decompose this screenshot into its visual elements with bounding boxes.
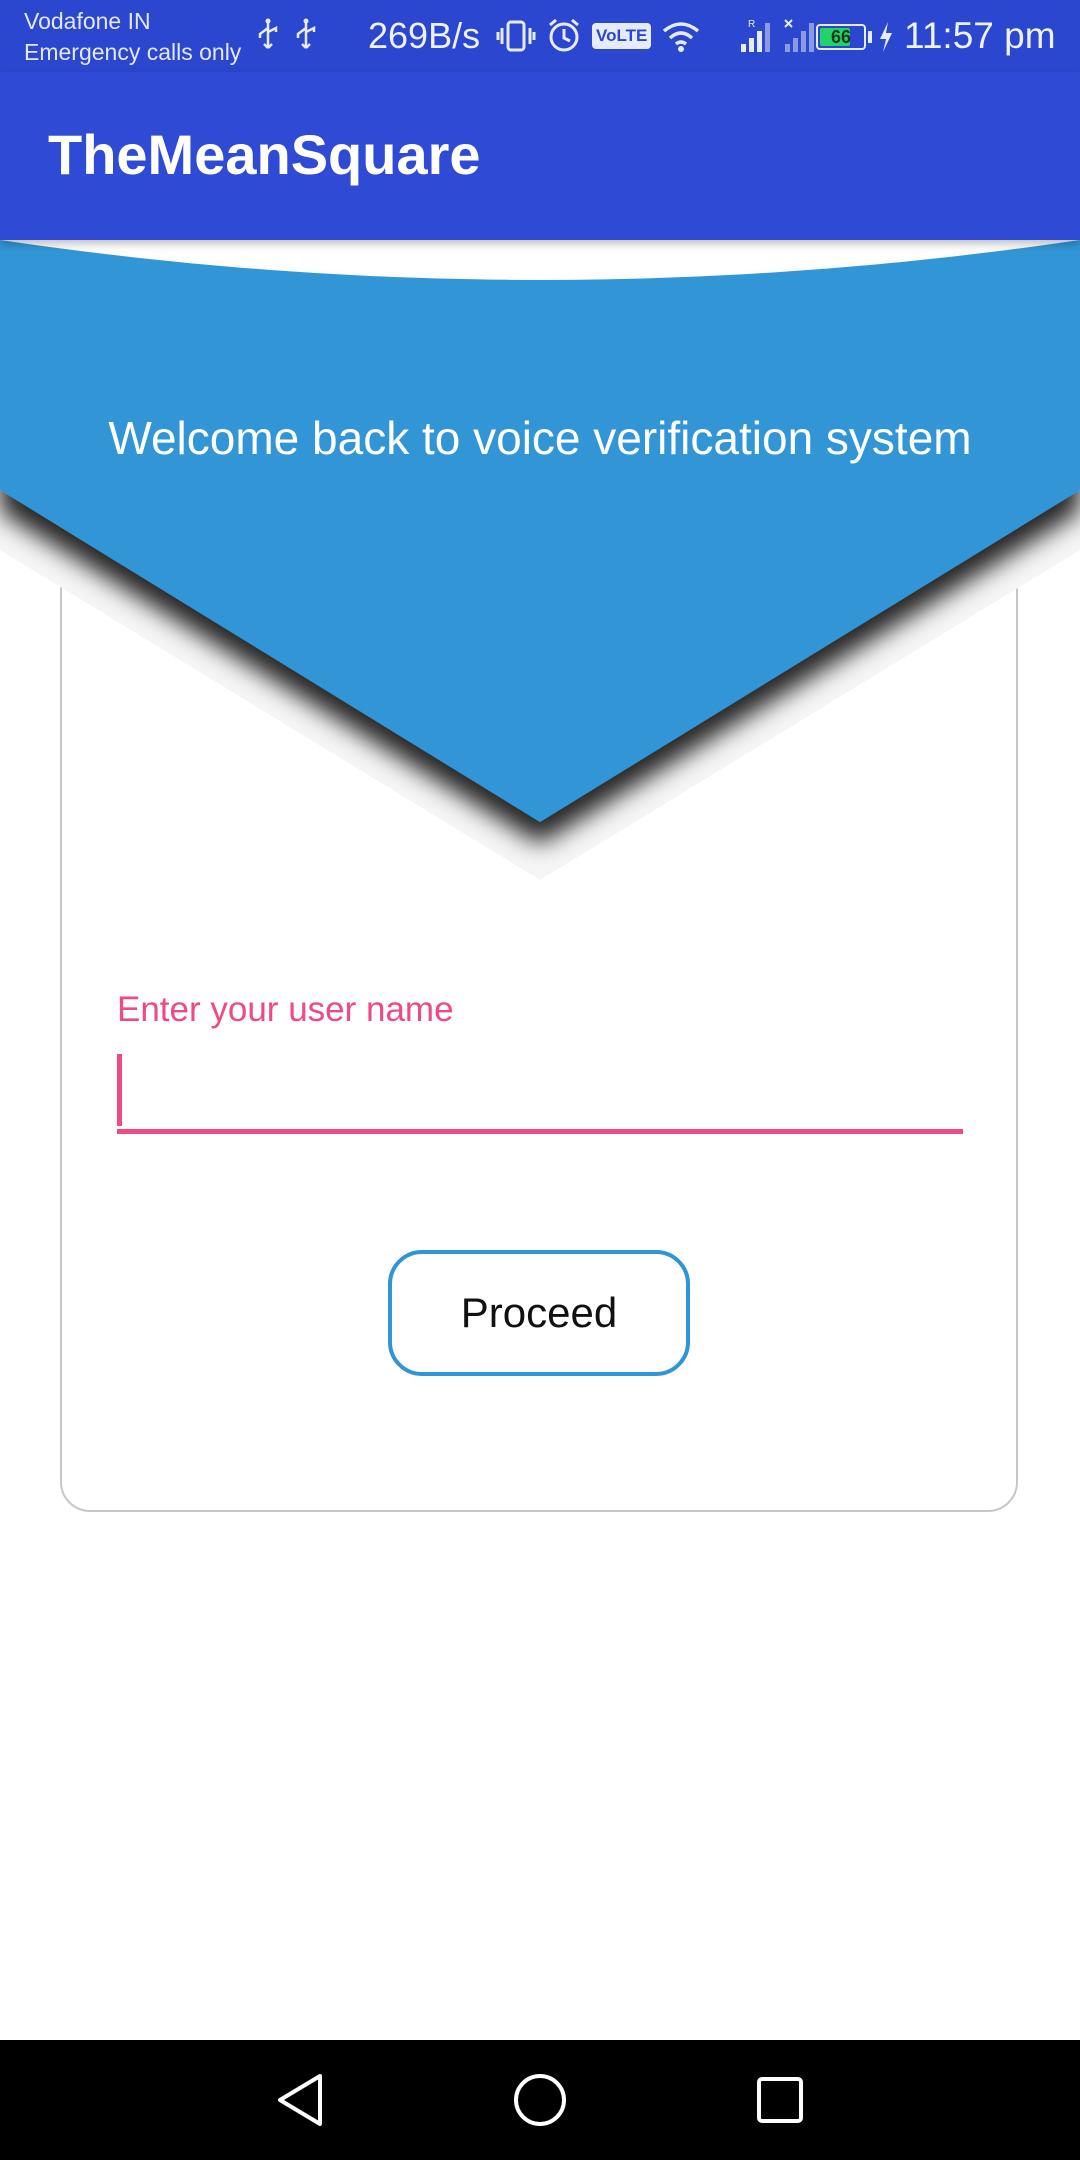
proceed-button[interactable]: Proceed bbox=[388, 1250, 690, 1376]
signal-icon: R bbox=[741, 19, 771, 52]
battery-tip bbox=[868, 31, 872, 43]
wifi-icon bbox=[663, 22, 700, 52]
recents-icon bbox=[757, 2077, 803, 2123]
home-button[interactable] bbox=[500, 2060, 580, 2140]
usb-icon bbox=[296, 18, 316, 49]
screen: Vodafone IN Emergency calls only 269B/s bbox=[0, 0, 1080, 2160]
username-input[interactable] bbox=[117, 1050, 963, 1134]
alarm-icon bbox=[549, 18, 579, 52]
app-title: TheMeanSquare bbox=[48, 123, 481, 186]
carrier-name: Vodafone IN bbox=[24, 8, 151, 34]
app-bar: TheMeanSquare bbox=[0, 72, 1080, 240]
status-icons: VoLTE R bbox=[496, 14, 817, 58]
network-speed: 269B/s bbox=[368, 15, 481, 56]
clock: 11:57 pm bbox=[904, 15, 1056, 56]
emergency-calls-text: Emergency calls only bbox=[24, 39, 242, 65]
signal-icon bbox=[784, 19, 815, 52]
header-banner bbox=[0, 240, 1080, 880]
battery-icon: 66 bbox=[816, 24, 866, 50]
charging-icon bbox=[880, 22, 892, 52]
carrier-info: Vodafone IN Emergency calls only bbox=[24, 6, 241, 68]
back-button[interactable] bbox=[260, 2060, 340, 2140]
text-cursor bbox=[117, 1054, 122, 1126]
battery-level: 66 bbox=[830, 27, 852, 47]
back-icon bbox=[278, 2074, 322, 2126]
svg-text:R: R bbox=[748, 19, 755, 30]
username-label: Enter your user name bbox=[117, 990, 454, 1029]
vibrate-icon bbox=[496, 20, 536, 52]
usb-icons bbox=[256, 18, 318, 52]
status-bar: Vodafone IN Emergency calls only 269B/s bbox=[0, 0, 1080, 72]
navigation-bar bbox=[0, 2040, 1080, 2160]
home-icon bbox=[514, 2074, 566, 2126]
welcome-text: Welcome back to voice verification syste… bbox=[108, 412, 972, 464]
recents-button[interactable] bbox=[740, 2060, 820, 2140]
usb-icon bbox=[258, 18, 278, 49]
volte-icon: VoLTE bbox=[592, 23, 652, 49]
